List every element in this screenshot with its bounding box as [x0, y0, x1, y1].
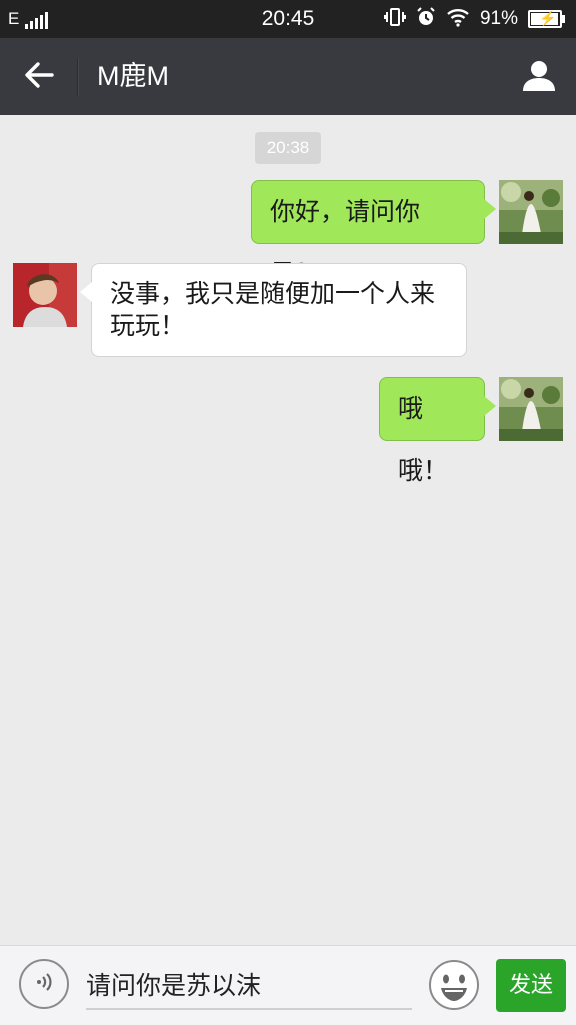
chat-title: M鹿M [97, 61, 169, 91]
person-icon [522, 58, 556, 96]
contact-avatar[interactable] [13, 263, 77, 327]
message-text-line: 没事，我只是随便加一个人来 [110, 279, 436, 308]
status-bar: E 20:45 91% ⚡ [0, 0, 576, 38]
outgoing-message-bubble[interactable]: 哦哦！ [379, 377, 496, 485]
emoji-button[interactable] [428, 959, 480, 1011]
incoming-message-bubble[interactable]: 没事，我只是随便加一个人来 玩玩！ [80, 263, 467, 357]
wifi-icon [446, 7, 470, 32]
title-divider [77, 58, 79, 96]
message-text-line: 玩玩！ [110, 311, 186, 340]
message-timestamp: 20:38 [255, 132, 321, 164]
my-avatar[interactable] [499, 377, 563, 441]
title-bar: M鹿M [0, 38, 576, 115]
battery-percent: 91% [479, 8, 518, 29]
input-bar: 发送 [0, 945, 576, 1025]
message-text: 哦哦！ [398, 394, 449, 485]
alarm-icon [416, 6, 436, 32]
battery-charging-icon: ⚡ [528, 10, 565, 28]
chat-area[interactable]: 20:38 你好，请问你是？ 没事，我只是随便加一个人来 玩玩！ [0, 115, 576, 945]
vibrate-icon [383, 7, 406, 32]
message-input[interactable] [86, 960, 412, 1010]
send-button[interactable]: 发送 [496, 959, 566, 1012]
emoji-icon [428, 960, 480, 1015]
my-avatar[interactable] [499, 180, 563, 244]
voice-icon [32, 970, 56, 998]
back-arrow-icon [24, 61, 54, 93]
back-button[interactable] [16, 54, 62, 100]
outgoing-message-bubble[interactable]: 你好，请问你是？ [251, 180, 496, 288]
voice-input-button[interactable] [19, 959, 69, 1009]
contact-profile-button[interactable] [516, 54, 562, 100]
